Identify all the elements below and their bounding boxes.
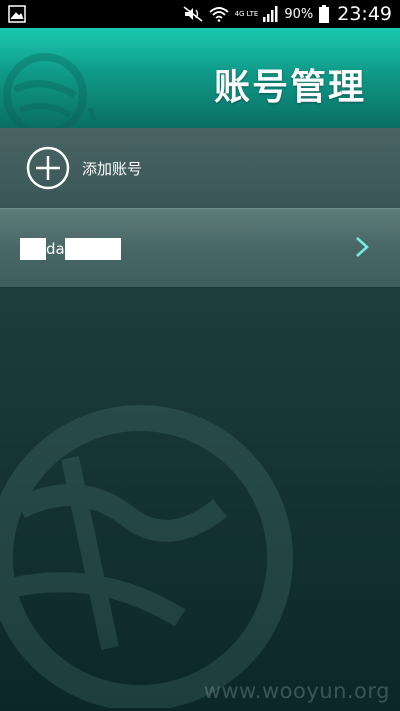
mute-icon — [183, 6, 203, 22]
battery-percent: 90% — [284, 6, 314, 22]
image-notification-icon — [8, 5, 26, 23]
status-icons: 4G LTE 90% 23:49 — [183, 0, 392, 28]
page-title: 账号管理 — [213, 67, 366, 108]
network-type-label: 4G LTE — [234, 9, 259, 18]
account-list-item[interactable]: da — [0, 208, 400, 288]
add-account-label: 添加账号 — [82, 160, 143, 178]
watermark: www.wooyun.org — [203, 679, 390, 703]
header: 账号管理 — [0, 28, 400, 137]
seal-logo-icon — [3, 53, 97, 137]
battery-icon — [319, 5, 330, 23]
add-circle-icon — [26, 146, 70, 190]
status-bar: 4G LTE 90% 23:49 — [0, 0, 400, 28]
account-management-screen: 账号管理 添加账号 da www.wooyun.org — [0, 28, 400, 711]
add-account-button[interactable]: 添加账号 — [0, 128, 400, 209]
redacted-block — [20, 238, 46, 260]
account-name-visible: da — [46, 240, 65, 258]
chevron-right-icon — [356, 237, 369, 257]
clock: 23:49 — [337, 3, 392, 25]
redacted-block — [64, 238, 121, 260]
seal-background-decoration — [0, 405, 293, 708]
signal-icon — [263, 6, 278, 22]
account-name: da — [20, 237, 121, 261]
wifi-icon — [208, 7, 229, 22]
